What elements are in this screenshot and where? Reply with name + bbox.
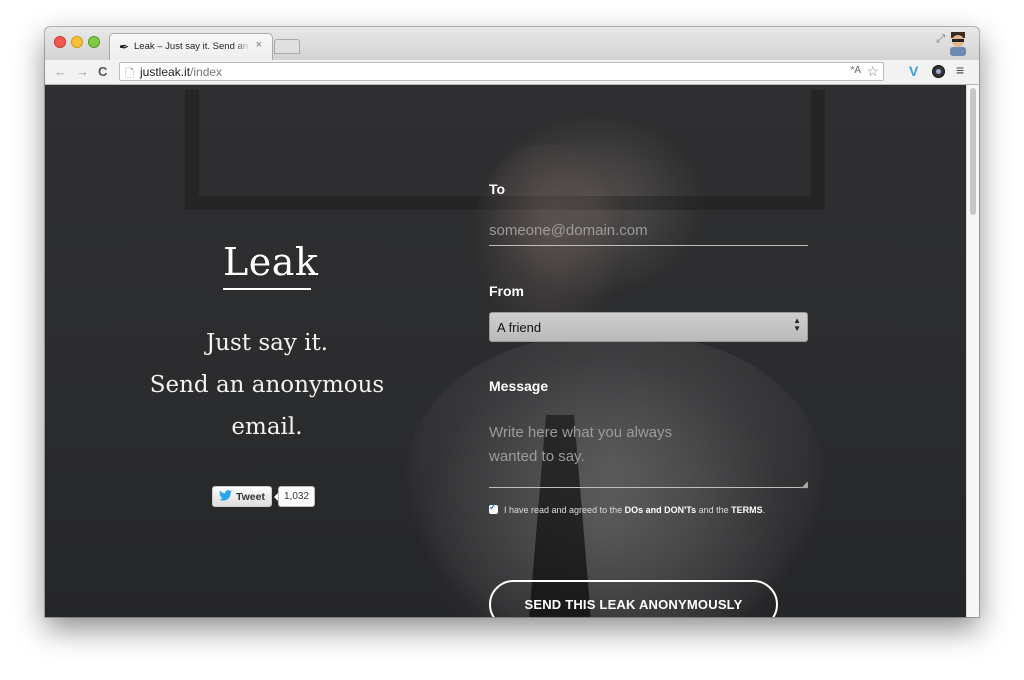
terms-agreement: I have read and agreed to the DOs and DO… [489, 502, 766, 515]
terms-link[interactable]: TERMS [731, 505, 763, 515]
from-selected-value: A friend [497, 320, 542, 335]
message-textarea[interactable] [489, 415, 808, 488]
message-label: Message [489, 378, 549, 394]
tab-strip: ✒ Leak – Just say it. Send an × ⤢ [45, 27, 979, 60]
url-path: /index [190, 65, 223, 79]
back-arrow-icon[interactable]: ← [54, 64, 67, 80]
bookmark-star-icon[interactable]: ☆ [866, 63, 879, 80]
page-viewport: Leak Just say it. Send an anonymous emai… [45, 85, 966, 617]
to-email-input[interactable] [489, 216, 808, 246]
scrollbar-thumb[interactable] [970, 88, 976, 215]
tweet-count-badge[interactable]: 1,032 [273, 486, 316, 507]
url-text[interactable]: justleak.it/index [140, 65, 222, 79]
tweet-label: Tweet [236, 491, 265, 503]
profile-avatar[interactable] [947, 30, 969, 56]
tagline-line-1: Just say it. [205, 330, 329, 356]
to-label: To [489, 181, 506, 197]
page-scrollbar[interactable] [966, 85, 979, 617]
select-updown-icon: ▲ ▼ [793, 316, 801, 333]
browser-window: ✒ Leak – Just say it. Send an × ⤢ ← → C … [45, 27, 979, 617]
extension-circle-icon[interactable] [932, 65, 945, 78]
agree-text-3: . [762, 505, 766, 515]
address-bar[interactable]: 🗋 justleak.it/index *A ☆ [119, 62, 884, 81]
new-tab-button[interactable] [274, 39, 300, 54]
browser-menu-icon[interactable]: ≡ [956, 62, 964, 78]
agree-checkbox[interactable] [489, 502, 498, 514]
page-icon: 🗋 [125, 68, 134, 80]
url-host: justleak.it [140, 65, 191, 79]
extension-v-icon[interactable]: V [909, 63, 918, 79]
fullscreen-icon[interactable]: ⤢ [936, 33, 945, 46]
tagline: Just say it. Send an anonymous email. [107, 322, 427, 448]
close-tab-icon[interactable]: × [256, 39, 262, 51]
brand-underline [223, 288, 311, 290]
twitter-bird-icon [219, 490, 232, 504]
tagline-line-2: Send an anonymous [149, 372, 385, 398]
send-leak-button[interactable]: SEND THIS LEAK ANONYMOUSLY [489, 580, 778, 617]
from-select[interactable]: A friend ▲ ▼ [489, 312, 808, 342]
tab-title: Leak – Just say it. Send an [134, 41, 252, 52]
brand-logo[interactable]: Leak [223, 240, 318, 284]
minimize-window-button[interactable] [71, 36, 83, 48]
agree-text-2: and the [698, 505, 729, 515]
from-label: From [489, 283, 524, 299]
dos-donts-link[interactable]: DOs and DON'Ts [625, 505, 696, 515]
close-window-button[interactable] [54, 36, 66, 48]
tweet-button[interactable]: Tweet [212, 486, 272, 507]
quill-icon: ✒ [119, 40, 130, 54]
zoom-window-button[interactable] [88, 36, 100, 48]
tagline-line-3: email. [231, 414, 303, 440]
resize-handle-icon[interactable]: ◢ [801, 479, 808, 490]
browser-toolbar: ← → C 🗋 justleak.it/index *A ☆ V ≡ [45, 60, 979, 85]
forward-arrow-icon[interactable]: → [76, 64, 89, 80]
reload-icon[interactable]: C [98, 64, 107, 80]
tab-leak[interactable]: ✒ Leak – Just say it. Send an × [109, 33, 273, 60]
agree-text-1: I have read and agreed to the [504, 505, 623, 515]
translate-icon[interactable]: *A [850, 65, 861, 76]
